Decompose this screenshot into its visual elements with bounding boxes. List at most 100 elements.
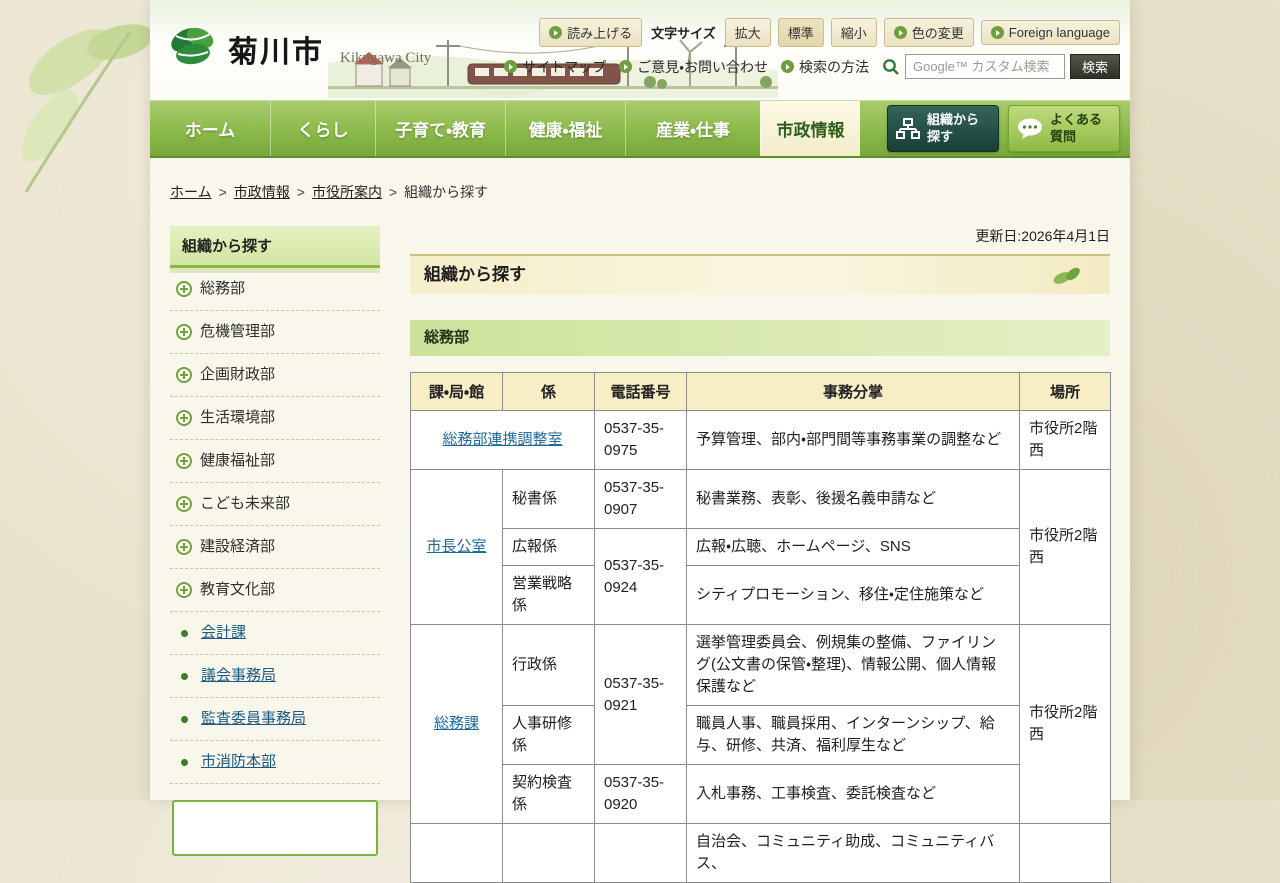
cell-location: 市役所2階西 <box>1020 411 1111 470</box>
sidebar-title: 組織から探す <box>170 226 380 268</box>
sidebar-banner[interactable] <box>172 800 378 856</box>
org-link[interactable]: 総務課 <box>434 715 479 732</box>
sidebar-item-crisis-management[interactable]: 危機管理部 <box>170 311 380 354</box>
org-link[interactable]: 市長公室 <box>426 538 486 555</box>
cell-section: 行政係 <box>503 625 595 706</box>
cell-org: 市長公室 <box>411 470 503 625</box>
cell-org: 総務部連携調整室 <box>411 411 595 470</box>
nav-item-childcare-education[interactable]: 子育て・教育 <box>375 101 505 156</box>
faq-button[interactable]: よくある質問 <box>1008 105 1120 152</box>
bullet-icon <box>181 673 188 680</box>
sidebar-item-children-future[interactable]: こども未来部 <box>170 483 380 526</box>
table-row: 市長公室 秘書係 0537-35-0907 秘書業務、表彰、後援名義申請など 市… <box>411 470 1111 529</box>
sidebar-item-general-affairs[interactable]: 総務部 <box>170 268 380 311</box>
header-tools: 読み上げる 文字サイズ 拡大 標準 縮小 色の変更 Foreign langua… <box>539 18 1120 47</box>
sidebar-item-planning-finance[interactable]: 企画財政部 <box>170 354 380 397</box>
contact-link[interactable]: ご意見・お問い合わせ <box>619 57 768 77</box>
nav-item-industry-work[interactable]: 産業・仕事 <box>625 101 760 156</box>
main-navigation: ホーム くらし 子育て・教育 健康・福祉 産業・仕事 市政情報 組織から探す <box>150 100 1130 158</box>
arrow-icon <box>781 60 794 73</box>
nav-item-living[interactable]: くらし <box>270 101 375 156</box>
search-button[interactable]: 検索 <box>1070 54 1120 79</box>
expand-icon[interactable] <box>176 582 192 598</box>
table-row: 人事研修係 職員人事、職員採用、インターンシップ、給与、研修、共済、福利厚生など <box>411 706 1111 765</box>
cell-duties: 選挙管理委員会、例規集の整備、ファイリング(公文書の保管・整理)、情報公開、個人… <box>687 625 1020 706</box>
color-change-button[interactable]: 色の変更 <box>884 18 974 47</box>
cell-duties: 職員人事、職員採用、インターンシップ、給与、研修、共済、福利厚生など <box>687 706 1020 765</box>
sidebar-item-construction-economy[interactable]: 建設経済部 <box>170 526 380 569</box>
sitemap-link[interactable]: サイトマップ <box>504 57 606 77</box>
sidebar-link-fire-department[interactable]: 市消防本部 <box>170 741 380 784</box>
nav-item-home[interactable]: ホーム <box>150 101 270 156</box>
bullet-icon <box>181 630 188 637</box>
leaf-icon <box>1052 265 1082 287</box>
read-aloud-button[interactable]: 読み上げる <box>539 18 642 47</box>
cell-section: 秘書係 <box>503 470 595 529</box>
expand-icon[interactable] <box>176 496 192 512</box>
page: { "header": { "logo": { "name": "菊川市", "… <box>0 0 1280 800</box>
cell-section: 営業戦略係 <box>503 566 595 625</box>
header-section: 係 <box>503 373 595 411</box>
font-large-button[interactable]: 拡大 <box>725 18 771 47</box>
expand-icon[interactable] <box>176 281 192 297</box>
expand-icon[interactable] <box>176 539 192 555</box>
header-location: 場所 <box>1020 373 1111 411</box>
org-link[interactable]: 総務部連携調整室 <box>442 431 562 448</box>
site-header: 菊川市 Kikugawa City 読み上げる 文字サイズ 拡大 標準 縮小 色… <box>150 0 1130 100</box>
font-small-button[interactable]: 縮小 <box>831 18 877 47</box>
arrow-icon <box>894 26 907 39</box>
cell-phone: 0537-35-0975 <box>595 411 687 470</box>
search-by-organization-button[interactable]: 組織から探す <box>887 105 999 152</box>
page-title: 組織から探す <box>410 254 1110 294</box>
search-icon <box>882 58 900 76</box>
main-content: 更新日:2026年4月1日 組織から探す 総務部 課・局・館 <box>410 226 1110 883</box>
table-row: 総務部連携調整室 0537-35-0975 予算管理、部内・部門間等事務事業の調… <box>411 411 1111 470</box>
header-org: 課・局・館 <box>411 373 503 411</box>
cell-section <box>503 824 595 883</box>
breadcrumb: ホーム>市政情報>市役所案内>組織から探す <box>150 158 1130 202</box>
breadcrumb-city-hall-guide[interactable]: 市役所案内 <box>312 184 382 200</box>
breadcrumb-city-government[interactable]: 市政情報 <box>234 184 290 200</box>
header-phone: 電話番号 <box>595 373 687 411</box>
arrow-icon <box>991 26 1004 39</box>
site-name: 菊川市 <box>228 33 324 72</box>
cell-phone <box>595 824 687 883</box>
cell-section: 契約検査係 <box>503 765 595 824</box>
table-row: 総務課 行政係 0537-35-0921 選挙管理委員会、例規集の整備、ファイリ… <box>411 625 1111 706</box>
sidebar-item-living-environment[interactable]: 生活環境部 <box>170 397 380 440</box>
expand-icon[interactable] <box>176 453 192 469</box>
cell-duties: 広報・広聴、ホームページ、SNS <box>687 529 1020 566</box>
sidebar-link-accounting[interactable]: 会計課 <box>170 612 380 655</box>
table-row: 自治会、コミュニティ助成、コミュニティバス、 <box>411 824 1111 883</box>
site-logo[interactable]: 菊川市 Kikugawa City <box>166 22 431 72</box>
bullet-icon <box>181 759 188 766</box>
cell-org <box>411 824 503 883</box>
font-standard-button[interactable]: 標準 <box>778 18 824 47</box>
sidebar: 組織から探す 総務部 危機管理部 企画財政部 生活環境部 <box>170 226 380 856</box>
cell-duties: 自治会、コミュニティ助成、コミュニティバス、 <box>687 824 1020 883</box>
nav-item-city-government[interactable]: 市政情報 <box>760 101 860 156</box>
expand-icon[interactable] <box>176 367 192 383</box>
search-input[interactable] <box>905 54 1065 79</box>
expand-icon[interactable] <box>176 324 192 340</box>
foreign-language-button[interactable]: Foreign language <box>981 20 1120 45</box>
cell-duties: 予算管理、部内・部門間等事務事業の調整など <box>687 411 1020 470</box>
table-header-row: 課・局・館 係 電話番号 事務分掌 場所 <box>411 373 1111 411</box>
org-chart-icon <box>896 118 920 140</box>
nav-item-health-welfare[interactable]: 健康・福祉 <box>505 101 625 156</box>
expand-icon[interactable] <box>176 410 192 426</box>
sidebar-link-audit-secretariat[interactable]: 監査委員事務局 <box>170 698 380 741</box>
bullet-icon <box>181 716 188 723</box>
sidebar-link-council-secretariat[interactable]: 議会事務局 <box>170 655 380 698</box>
search-help-link[interactable]: 検索の方法 <box>781 57 869 77</box>
cell-phone: 0537-35-0921 <box>595 625 687 765</box>
site-name-en: Kikugawa City <box>340 50 431 72</box>
table-row: 営業戦略係 シティプロモーション、移住・定住施策など <box>411 566 1111 625</box>
sidebar-item-health-welfare[interactable]: 健康福祉部 <box>170 440 380 483</box>
arrow-icon <box>504 60 517 73</box>
cell-duties: 入札事務、工事検査、委託検査など <box>687 765 1020 824</box>
sidebar-item-education-culture[interactable]: 教育文化部 <box>170 569 380 612</box>
breadcrumb-home[interactable]: ホーム <box>170 184 212 200</box>
section-title: 総務部 <box>410 320 1110 356</box>
read-aloud-label: 読み上げる <box>567 23 632 42</box>
